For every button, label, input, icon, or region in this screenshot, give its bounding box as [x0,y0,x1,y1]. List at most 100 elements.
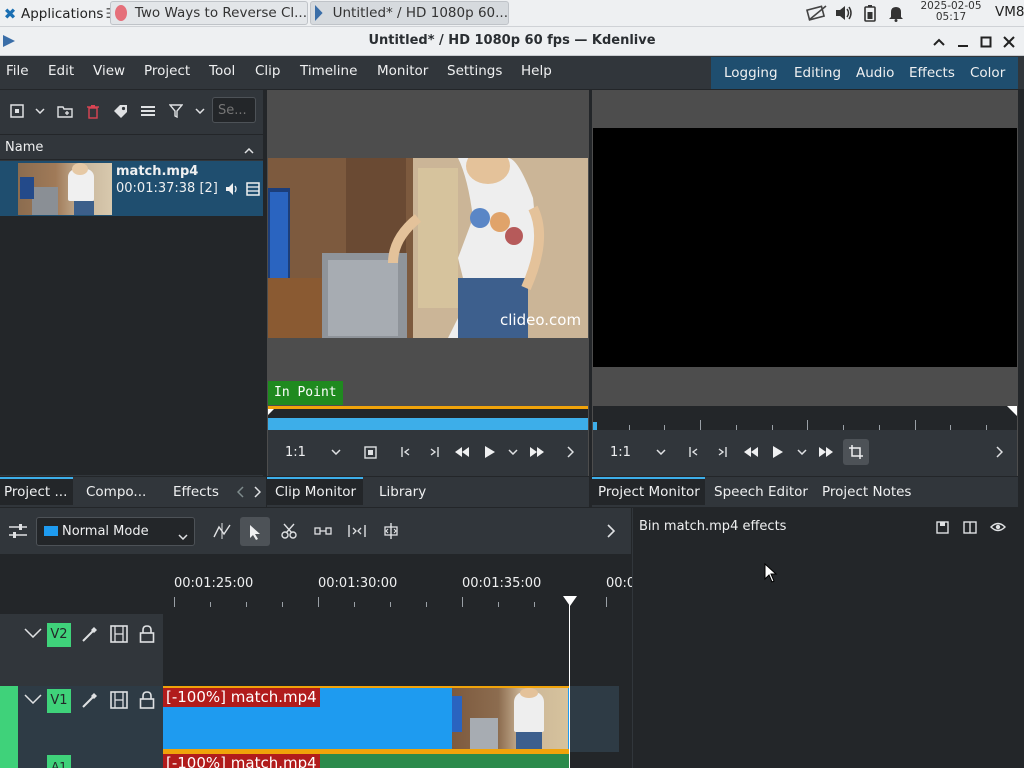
tab-compositions[interactable]: Compo... [80,478,152,506]
save-effect-icon[interactable] [933,518,951,536]
select-tool-icon[interactable] [240,517,270,546]
minimize-icon[interactable] [954,33,972,51]
layout-color[interactable]: Color [970,57,1005,89]
effects-wand-icon[interactable] [80,624,100,644]
collapse-chevron-down-icon[interactable] [22,690,44,708]
timeline-settings-icon[interactable] [8,522,28,540]
set-in-icon[interactable] [397,443,415,461]
play-chevron-down-icon[interactable] [794,443,810,461]
tag-icon[interactable] [111,102,129,120]
tab-effects[interactable]: Effects [167,478,225,506]
close-icon[interactable] [1000,33,1018,51]
filter-icon[interactable] [167,102,185,120]
spacer-tool-icon[interactable] [211,521,233,541]
clip-monitor-ruler[interactable] [268,406,588,430]
timeline-clip-a1[interactable]: [-100%] match.mp4 [163,752,569,768]
filter-chevron-down-icon[interactable] [192,102,208,120]
menu-tool[interactable]: Tool [209,56,235,86]
roll-tool-icon[interactable] [346,521,368,541]
menu-monitor[interactable]: Monitor [377,56,428,86]
hide-video-icon[interactable] [109,624,129,644]
crop-icon[interactable] [843,439,869,465]
menu-settings[interactable]: Settings [447,56,502,86]
layout-effects[interactable]: Effects [909,57,955,89]
timeline-clip-v1[interactable]: [-100%] match.mp4 [163,686,569,752]
track-label-v1[interactable]: V1 [47,689,71,713]
set-out-icon[interactable] [425,443,443,461]
lock-icon[interactable] [137,690,157,710]
play-icon[interactable] [481,443,499,461]
menu-project[interactable]: Project [144,56,190,86]
rewind-icon[interactable] [742,443,760,461]
forward-icon[interactable] [817,443,835,461]
zone-icon[interactable] [361,443,379,461]
play-chevron-down-icon[interactable] [505,443,521,461]
view-menu-icon[interactable] [139,102,157,120]
battery-icon[interactable] [863,4,877,22]
tab-library[interactable]: Library [373,478,432,506]
notification-bell-icon[interactable] [888,4,904,22]
tabs-scroll-left-icon[interactable] [234,484,246,500]
rewind-icon[interactable] [453,443,471,461]
menu-edit[interactable]: Edit [48,56,74,86]
add-folder-icon[interactable] [56,102,74,120]
menu-clip[interactable]: Clip [255,56,281,86]
track-label-a1[interactable]: A1 [47,755,71,768]
edit-mode-select[interactable]: Normal Mode [36,517,195,546]
clock[interactable]: 2025-02-05 05:17 [912,1,990,25]
add-clip-icon[interactable] [8,102,26,120]
menu-file[interactable]: File [6,56,29,86]
user-label[interactable]: VM8 [995,4,1024,20]
video-icon[interactable] [246,182,260,200]
set-out-icon[interactable] [713,443,731,461]
task-browser[interactable]: Two Ways to Reverse Cl... [110,1,308,25]
zoom-chevron-down-icon[interactable] [653,443,669,461]
forward-icon[interactable] [528,443,546,461]
menu-timeline[interactable]: Timeline [300,56,357,86]
project-monitor-ruler[interactable] [593,406,1017,430]
compare-split-icon[interactable] [961,518,979,536]
chevron-down-icon[interactable] [32,102,48,120]
tab-project-bin[interactable]: Project ... [0,477,73,505]
layout-editing[interactable]: Editing [794,57,841,89]
layout-audio[interactable]: Audio [856,57,894,89]
tab-project-monitor[interactable]: Project Monitor [592,477,705,505]
project-monitor-video[interactable] [593,128,1017,367]
clip-monitor-video[interactable]: clideo.com [268,158,588,338]
set-in-icon[interactable] [685,443,703,461]
timeline-ruler[interactable]: 00:01:25:00 00:01:30:00 00:01:35:00 00:0 [163,571,635,609]
bin-clip-row[interactable]: match.mp4 00:01:37:38 [2] [0,161,263,216]
hide-video-icon[interactable] [109,690,129,710]
menu-help[interactable]: Help [521,56,552,86]
more-chevron-right-icon[interactable] [991,443,1007,461]
slip-tool-icon[interactable] [380,521,402,541]
lock-icon[interactable] [137,624,157,644]
track-label-v2[interactable]: V2 [47,623,71,647]
keep-above-icon[interactable] [930,33,948,51]
track-header-v1[interactable]: V1 [18,686,163,752]
tabs-scroll-right-icon[interactable] [251,484,263,500]
playhead-marker[interactable] [563,596,577,606]
bin-column-header[interactable]: Name [0,134,263,160]
layout-logging[interactable]: Logging [724,57,778,89]
project-zoom-value[interactable]: 1:1 [610,445,631,460]
track-header-a1[interactable]: A1 [18,752,163,768]
volume-icon[interactable] [835,5,853,21]
applications-menu[interactable]: ✖ Applications ☰ [2,2,118,25]
toolbar-more-chevron-right-icon[interactable] [603,521,619,541]
more-chevron-right-icon[interactable] [562,443,578,461]
audio-icon[interactable] [225,182,239,200]
tab-project-notes[interactable]: Project Notes [816,478,917,506]
collapse-chevron-down-icon[interactable] [22,624,44,642]
delete-icon[interactable] [84,102,102,120]
track-header-v2[interactable]: V2 [0,614,163,686]
ripple-tool-icon[interactable] [312,521,334,541]
play-icon[interactable] [769,443,787,461]
track-area-v2[interactable] [163,614,619,686]
menu-view[interactable]: View [93,56,125,86]
network-icon[interactable] [805,4,828,22]
bin-search-input[interactable] [212,97,256,123]
sort-chevron-up-icon[interactable] [244,143,254,158]
tab-clip-monitor[interactable]: Clip Monitor [267,477,363,505]
task-kdenlive[interactable]: Untitled* / HD 1080p 60... [310,1,509,25]
